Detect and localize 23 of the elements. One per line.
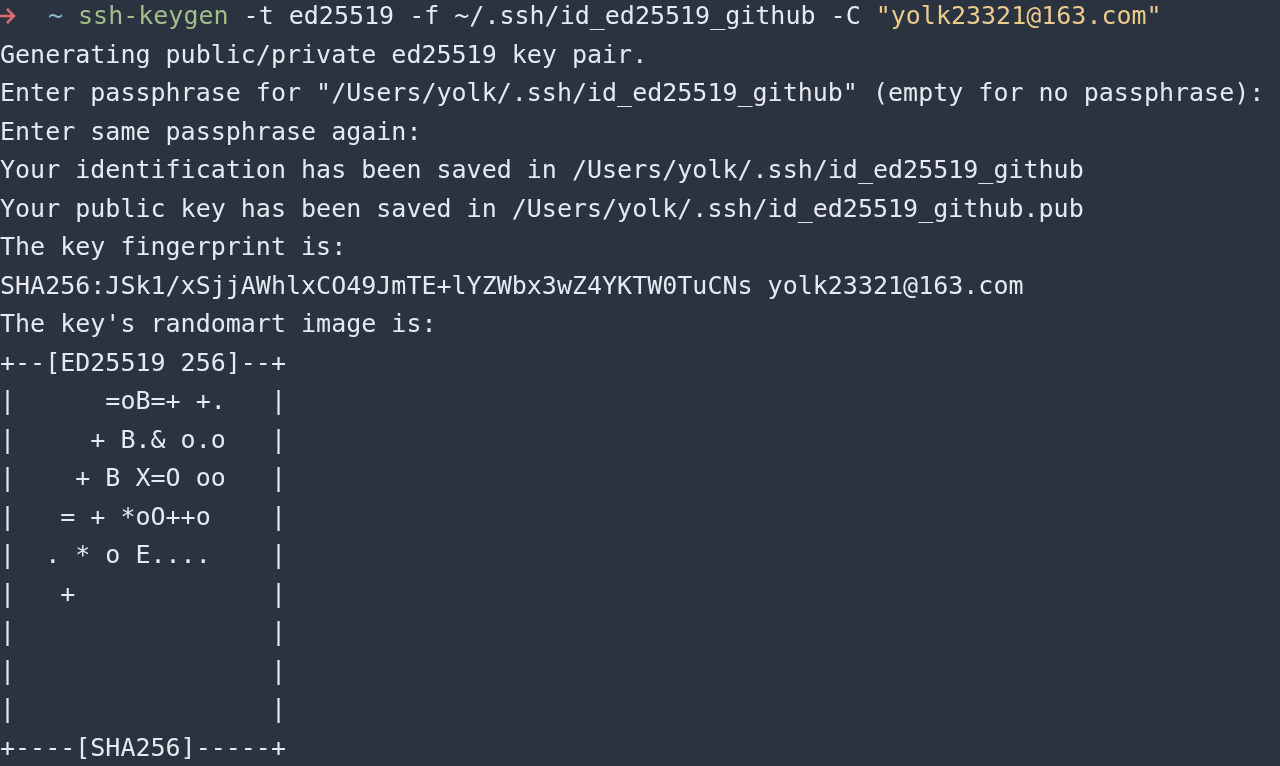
prompt-path: ~ <box>48 0 64 32</box>
output-line: | + B.& o.o | <box>0 423 286 456</box>
output-line: SHA256:JSk1/xSjjAWhlxCO49JmTE+lYZWbx3wZ4YKTW0TuCNs yolk23321@163.com <box>0 269 1024 302</box>
output-line: | + | <box>0 577 286 610</box>
output-line: | | <box>0 693 286 725</box>
command-comment: "yolk23321@163.com" <box>875 0 1162 32</box>
output-line: The key's randomart image is: <box>0 308 437 340</box>
command-name: ssh-keygen <box>78 0 229 32</box>
output-line: Enter passphrase for "/Users/yolk/.ssh/id_ed25519_github" (empty for no passphrase): <box>0 77 1265 109</box>
output-line: | + B X=O oo | <box>0 462 286 494</box>
output-line: Generating public/private ed25519 key pair. <box>0 38 648 71</box>
output-line: | . * o E.... | <box>0 539 286 571</box>
output-line: Enter same passphrase again: <box>0 115 422 148</box>
output-line: | | <box>0 616 286 648</box>
output-line: | = + *oO++o | <box>0 500 286 533</box>
output-line: | | <box>0 654 286 687</box>
output-line: +----[SHA256]-----+ <box>0 731 286 764</box>
output-line: +--[ED25519 256]--+ <box>0 346 286 379</box>
command-arguments: -t ed25519 -f ~/.ssh/id_ed25519_github -C <box>243 0 861 32</box>
output-line: | =oB=+ +. | <box>0 385 286 417</box>
output-line: The key fingerprint is: <box>0 231 347 263</box>
output-line: Your identification has been saved in /Users/yolk/.ssh/id_ed25519_github <box>0 154 1084 186</box>
output-line: Your public key has been saved in /Users/yolk/.ssh/id_ed25519_github.pub <box>0 192 1084 225</box>
